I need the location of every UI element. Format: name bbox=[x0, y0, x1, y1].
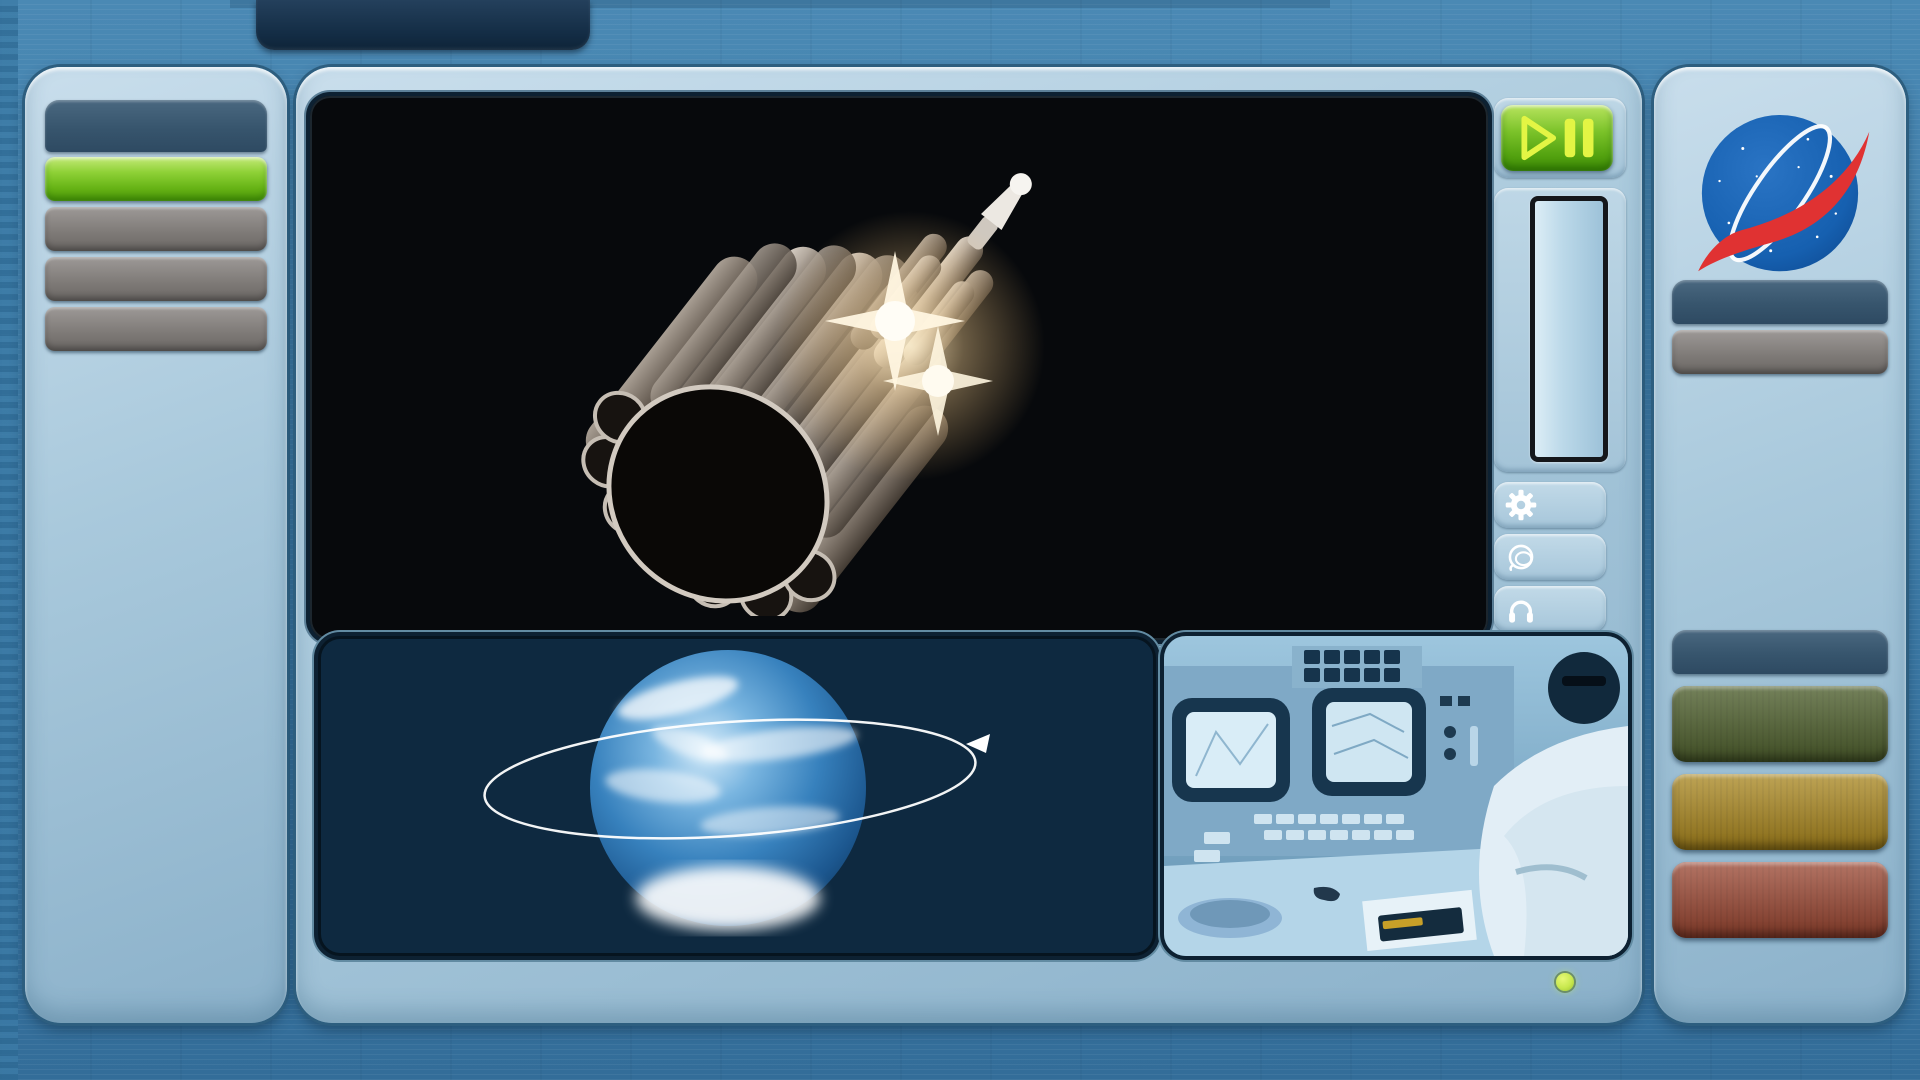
transport-panel bbox=[1494, 98, 1626, 178]
mission-viewport bbox=[310, 96, 1488, 640]
rocket-scene-image bbox=[310, 96, 1468, 616]
nasa-logo bbox=[1687, 111, 1873, 279]
mission-control-app bbox=[0, 0, 1920, 1080]
empty-crew-slot bbox=[1672, 330, 1888, 374]
crew-empty-slots bbox=[1672, 330, 1888, 374]
reliability-gauge bbox=[1530, 196, 1608, 462]
astronaut-helmet-icon bbox=[1504, 540, 1538, 574]
control-room-illustration bbox=[1164, 636, 1628, 956]
status-header bbox=[1672, 630, 1888, 674]
play-icon bbox=[1524, 119, 1553, 157]
flight-crew-header bbox=[1672, 280, 1888, 324]
flight-controllers-panel bbox=[25, 67, 287, 1023]
play-pause-icons bbox=[1509, 111, 1605, 165]
controller-button-booster[interactable] bbox=[45, 157, 267, 201]
status-button-failure[interactable] bbox=[1672, 862, 1888, 938]
empty-controller-slot bbox=[45, 307, 267, 351]
crew-helmet-button[interactable] bbox=[1494, 534, 1606, 580]
status-button-systems-nominal[interactable] bbox=[1672, 686, 1888, 762]
orbit-map-panel bbox=[318, 636, 1156, 956]
headphones-icon bbox=[1504, 592, 1538, 626]
status-button-warning[interactable] bbox=[1672, 774, 1888, 850]
status-indicator-light bbox=[1556, 973, 1574, 991]
gauge-label bbox=[1493, 194, 1523, 466]
controller-empty-slots bbox=[45, 307, 267, 351]
gear-icon bbox=[1504, 488, 1538, 522]
orbit-markers-layer bbox=[318, 636, 1156, 956]
left-edge-decoration bbox=[0, 0, 18, 1080]
flight-controllers-header bbox=[45, 100, 267, 152]
controller-button-spacecraft-systems[interactable] bbox=[45, 207, 267, 251]
control-room-photo bbox=[1164, 636, 1628, 956]
main-panel bbox=[296, 67, 1642, 1023]
window-title-tab bbox=[256, 0, 590, 50]
play-pause-button[interactable] bbox=[1501, 105, 1613, 171]
pause-icon bbox=[1565, 119, 1576, 157]
crew-status-panel bbox=[1654, 67, 1906, 1023]
comms-button[interactable] bbox=[1494, 586, 1606, 632]
controller-button-flight-director[interactable] bbox=[45, 257, 267, 301]
settings-button[interactable] bbox=[1494, 482, 1606, 528]
reliability-gauge-panel bbox=[1494, 188, 1626, 472]
gauge-scale bbox=[1535, 211, 1603, 447]
